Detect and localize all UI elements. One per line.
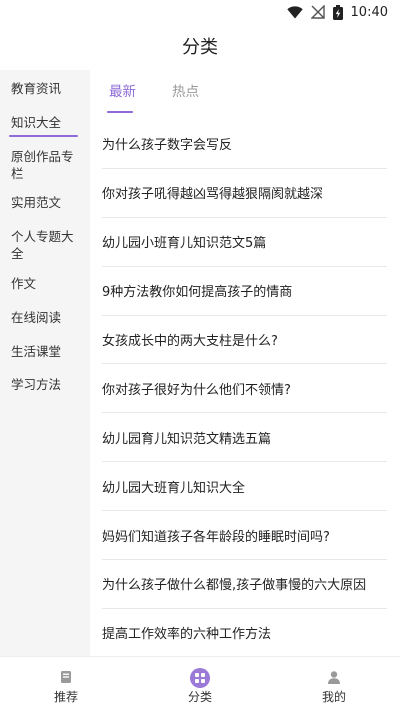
nav-category-label: 分类: [187, 690, 212, 704]
tab-latest[interactable]: 最新: [109, 83, 136, 101]
status-time: 10:40: [350, 4, 388, 20]
nav-recommend[interactable]: 推荐: [26, 657, 106, 712]
article-list: 为什么孩子数字会写反 你对孩子吼得越凶骂得越狠隔阂就越深 幼儿园小班育儿知识范文…: [90, 120, 400, 656]
sidebar-item-online-reading[interactable]: 在线阅读: [0, 309, 90, 326]
list-item[interactable]: 9种方法教你如何提高孩子的情商: [102, 267, 387, 316]
tab-hot[interactable]: 热点: [172, 83, 199, 101]
sidebar-item-personal-topics[interactable]: 个人专题大全: [0, 228, 90, 262]
nav-recommend-label: 推荐: [53, 690, 78, 704]
category-sidebar: 教育资讯 知识大全 原创作品专栏 实用范文 个人专题大全 作文 在线阅读 生活课…: [0, 70, 90, 656]
sidebar-item-knowledge[interactable]: 知识大全: [0, 114, 90, 137]
bottom-nav: 推荐 分类 我的: [0, 656, 400, 712]
list-item[interactable]: 你对孩子吼得越凶骂得越狠隔阂就越深: [102, 169, 387, 218]
list-item[interactable]: 妈妈们知道孩子各年龄段的睡眠时间吗?: [102, 511, 387, 561]
wifi-icon: [286, 5, 303, 19]
list-item[interactable]: 为什么孩子做什么都慢,孩子做事慢的六大原因: [102, 560, 387, 609]
article-panel: 最新 热点 为什么孩子数字会写反 你对孩子吼得越凶骂得越狠隔阂就越深 幼儿园小班…: [90, 70, 400, 656]
sidebar-item-composition[interactable]: 作文: [0, 275, 90, 292]
book-icon: [61, 671, 71, 683]
sidebar-item-life-class[interactable]: 生活课堂: [0, 343, 90, 360]
list-item[interactable]: 幼儿园小班育儿知识范文5篇: [102, 218, 387, 267]
list-item[interactable]: 提高工作效率的六种工作方法: [102, 609, 387, 656]
no-signal-icon: [310, 5, 325, 19]
page-title: 分类: [182, 37, 218, 58]
list-item[interactable]: 幼儿园育儿知识范文精选五篇: [102, 413, 387, 463]
sidebar-item-practical-essays[interactable]: 实用范文: [0, 194, 90, 211]
sidebar-item-education-news[interactable]: 教育资讯: [0, 80, 90, 97]
person-icon: [328, 671, 340, 684]
status-bar: 10:40: [0, 0, 400, 24]
list-item[interactable]: 为什么孩子数字会写反: [102, 120, 387, 169]
battery-charging-icon: [332, 4, 343, 20]
sidebar-item-original-works[interactable]: 原创作品专栏: [0, 148, 90, 182]
tab-bar: 最新 热点: [90, 70, 400, 120]
active-tab-indicator: [107, 111, 133, 113]
list-item[interactable]: 你对孩子很好为什么他们不领情?: [102, 364, 387, 414]
nav-mine[interactable]: 我的: [294, 657, 374, 712]
category-grid-icon: [190, 668, 210, 688]
sidebar-item-study-methods[interactable]: 学习方法: [0, 376, 90, 393]
nav-mine-label: 我的: [321, 690, 346, 704]
list-item[interactable]: 女孩成长中的两大支柱是什么?: [102, 316, 387, 365]
nav-category[interactable]: 分类: [160, 657, 240, 712]
list-item[interactable]: 幼儿园大班育儿知识大全: [102, 462, 387, 512]
